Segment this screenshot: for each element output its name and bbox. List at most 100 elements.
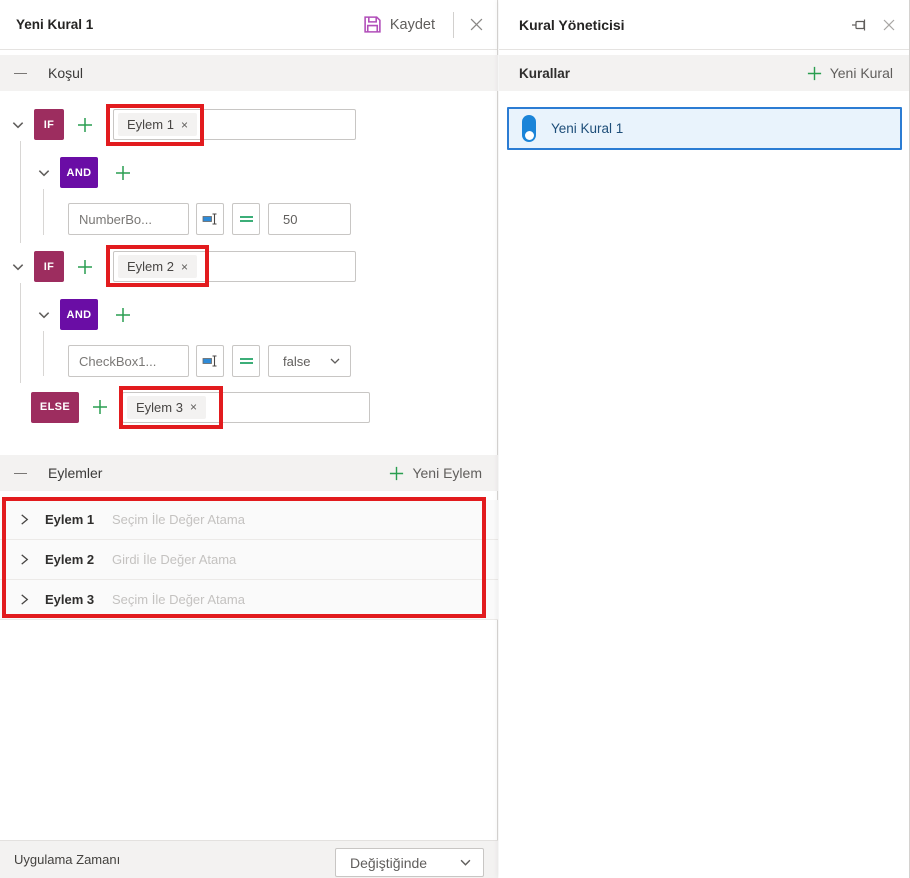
action-chip: Eylem 3 × bbox=[127, 395, 206, 419]
action-name: Eylem 3 bbox=[45, 592, 95, 607]
equals-icon bbox=[239, 358, 253, 364]
plus-icon bbox=[807, 66, 821, 80]
add-subcondition-button[interactable] bbox=[112, 162, 134, 184]
save-button[interactable]: Kaydet bbox=[363, 15, 435, 34]
app-root: Yeni Kural 1 Kaydet Koşul IF Eylem 1 × A… bbox=[0, 0, 910, 878]
apply-time-value: Değiştiğinde bbox=[350, 854, 428, 871]
chip-remove-icon[interactable]: × bbox=[181, 119, 188, 131]
and-badge: AND bbox=[60, 299, 98, 330]
apply-time-dropdown[interactable]: Değiştiğinde bbox=[335, 848, 484, 877]
add-condition-button[interactable] bbox=[89, 396, 111, 418]
plus-icon bbox=[116, 165, 130, 180]
pin-panel-button[interactable] bbox=[851, 17, 869, 33]
action-row-3[interactable]: Eylem 3 Seçim İle Değer Atama bbox=[0, 580, 498, 620]
if1-actions-input[interactable]: Eylem 1 × bbox=[113, 109, 356, 140]
rule-list-item-selected[interactable]: Yeni Kural 1 bbox=[507, 107, 902, 150]
actions-list: Eylem 1 Seçim İle Değer Atama Eylem 2 Gi… bbox=[0, 500, 498, 620]
collapse-icon bbox=[14, 72, 27, 74]
editor-footer: Uygulama Zamanı Değiştiğinde bbox=[0, 840, 498, 878]
new-rule-button[interactable]: Yeni Kural bbox=[806, 65, 893, 82]
action-chip: Eylem 1 × bbox=[118, 113, 197, 136]
value-dropdown[interactable]: false bbox=[268, 345, 351, 377]
if-badge: IF bbox=[34, 251, 64, 282]
rules-list-title: Kurallar bbox=[519, 65, 571, 81]
chevron-right-icon bbox=[21, 514, 29, 525]
tree-line bbox=[43, 189, 44, 235]
field-selector[interactable]: CheckBox1... bbox=[68, 345, 189, 377]
close-icon bbox=[883, 19, 895, 30]
chip-label: Eylem 1 bbox=[127, 117, 174, 132]
rename-field-icon bbox=[202, 213, 217, 225]
chevron-down-icon[interactable] bbox=[6, 255, 30, 279]
chevron-right-icon bbox=[21, 554, 29, 565]
new-action-button[interactable]: Yeni Eylem bbox=[388, 465, 482, 482]
toggle-rule-icon bbox=[522, 115, 536, 142]
if2-actions-input[interactable]: Eylem 2 × bbox=[113, 251, 356, 282]
add-condition-button[interactable] bbox=[74, 256, 96, 278]
chevron-down-icon[interactable] bbox=[6, 113, 30, 137]
condition-section-title: Koşul bbox=[48, 65, 84, 81]
chip-label: Eylem 2 bbox=[127, 259, 174, 274]
add-condition-button[interactable] bbox=[74, 114, 96, 136]
condition-row-1: NumberBo... 50 bbox=[68, 203, 351, 235]
field-selector[interactable]: NumberBo... bbox=[68, 203, 189, 235]
collapse-actions-button[interactable] bbox=[14, 465, 30, 481]
else-row: ELSE Eylem 3 × bbox=[31, 391, 370, 423]
pin-icon bbox=[852, 19, 866, 30]
operator-equals-button[interactable] bbox=[232, 345, 260, 377]
edit-field-button[interactable] bbox=[196, 203, 224, 235]
action-type: Seçim İle Değer Atama bbox=[112, 592, 245, 607]
actions-section-title: Eylemler bbox=[48, 465, 103, 481]
operator-equals-button[interactable] bbox=[232, 203, 260, 235]
if-badge: IF bbox=[34, 109, 64, 140]
tree-line bbox=[20, 283, 21, 383]
rules-list-bar: Kurallar Yeni Kural bbox=[499, 55, 909, 91]
save-icon bbox=[364, 16, 381, 33]
rule-manager-panel: Kural Yöneticisi Kurallar Yeni Kural Yen… bbox=[499, 0, 910, 878]
actions-section-bar: Eylemler Yeni Eylem bbox=[0, 455, 498, 491]
rule-editor-header: Yeni Kural 1 Kaydet bbox=[0, 0, 497, 50]
chip-remove-icon[interactable]: × bbox=[190, 401, 197, 413]
action-row-1[interactable]: Eylem 1 Seçim İle Değer Atama bbox=[0, 500, 498, 540]
apply-time-label: Uygulama Zamanı bbox=[14, 852, 121, 867]
chip-remove-icon[interactable]: × bbox=[181, 261, 188, 273]
action-name: Eylem 2 bbox=[45, 552, 95, 567]
value-input[interactable]: 50 bbox=[268, 203, 351, 235]
collapse-icon bbox=[14, 472, 27, 474]
rule-title: Yeni Kural 1 bbox=[16, 17, 94, 32]
action-row-2[interactable]: Eylem 2 Girdi İle Değer Atama bbox=[0, 540, 498, 580]
plus-icon bbox=[78, 117, 92, 132]
collapse-condition-button[interactable] bbox=[14, 65, 30, 81]
action-type: Girdi İle Değer Atama bbox=[112, 552, 237, 567]
chevron-down-icon[interactable] bbox=[32, 161, 56, 185]
else-badge: ELSE bbox=[31, 391, 79, 423]
chevron-down-icon[interactable] bbox=[32, 303, 56, 327]
if-row-1: IF Eylem 1 × bbox=[6, 109, 356, 140]
and-row-1: AND bbox=[32, 157, 134, 188]
plus-icon bbox=[390, 466, 404, 480]
save-button-label: Kaydet bbox=[389, 16, 435, 33]
tree-line bbox=[20, 141, 21, 243]
else-actions-input[interactable]: Eylem 3 × bbox=[122, 391, 370, 423]
rule-manager-title: Kural Yöneticisi bbox=[519, 16, 625, 33]
plus-icon bbox=[116, 307, 130, 322]
and-row-2: AND bbox=[32, 299, 134, 330]
new-rule-label: Yeni Kural bbox=[829, 65, 893, 81]
plus-icon bbox=[93, 400, 107, 414]
close-panel-button[interactable] bbox=[883, 19, 895, 31]
chevron-right-icon bbox=[21, 594, 29, 605]
tree-line bbox=[43, 331, 44, 376]
rename-field-icon bbox=[202, 355, 217, 367]
chip-label: Eylem 3 bbox=[136, 399, 183, 415]
header-divider bbox=[453, 11, 454, 38]
close-icon bbox=[470, 18, 483, 31]
action-chip: Eylem 2 × bbox=[118, 255, 197, 278]
edit-field-button[interactable] bbox=[196, 345, 224, 377]
add-subcondition-button[interactable] bbox=[112, 304, 134, 326]
chevron-down-icon bbox=[460, 859, 471, 866]
condition-section-bar: Koşul bbox=[0, 55, 498, 91]
action-type: Seçim İle Değer Atama bbox=[112, 512, 245, 527]
close-editor-button[interactable] bbox=[470, 18, 483, 31]
action-name: Eylem 1 bbox=[45, 512, 95, 527]
rule-manager-header: Kural Yöneticisi bbox=[499, 0, 909, 50]
